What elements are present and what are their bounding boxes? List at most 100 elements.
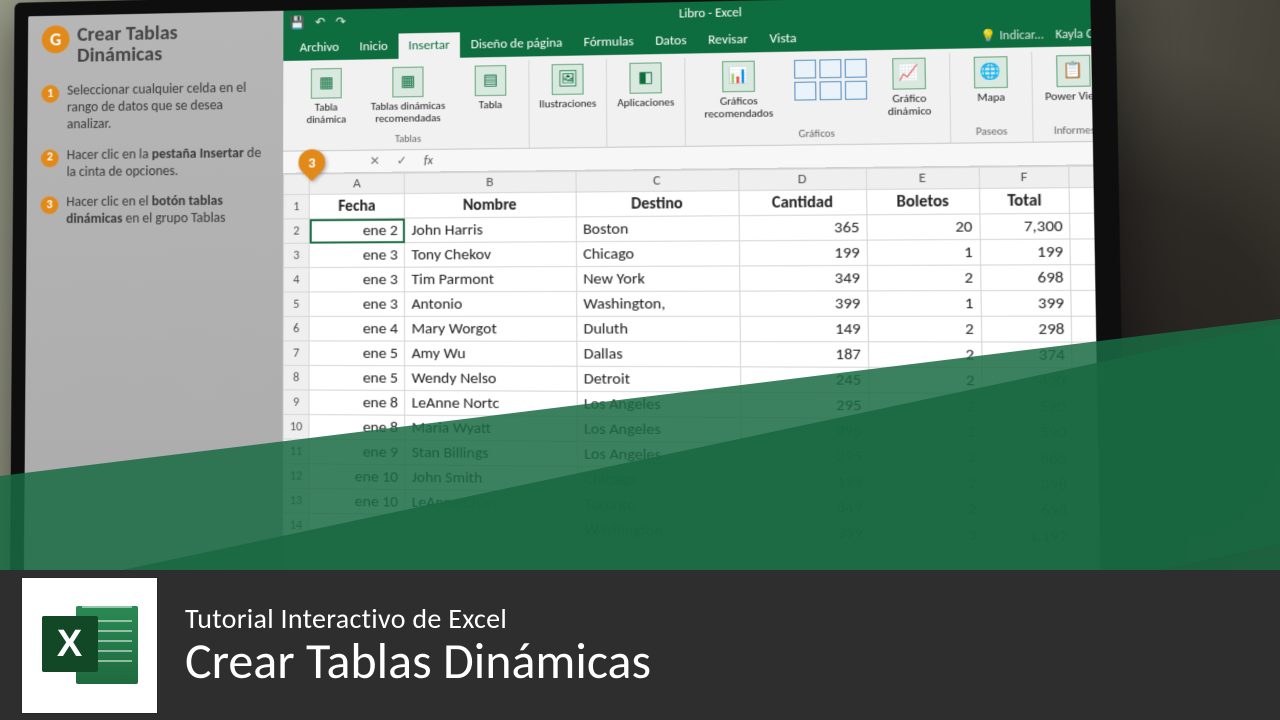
header-cell[interactable]: Destino (576, 191, 739, 217)
cell[interactable]: 490 (982, 368, 1073, 394)
ribbon-tab-inicio[interactable]: Inicio (349, 34, 398, 60)
row-header[interactable]: 7 (283, 341, 309, 366)
cell[interactable]: 1,197 (984, 522, 1076, 549)
cell[interactable]: Duluth (576, 316, 740, 341)
cell[interactable]: 2 (868, 316, 982, 342)
cell[interactable]: ene 8 (309, 390, 405, 415)
cell[interactable] (405, 514, 578, 542)
cell[interactable]: Chicago (577, 467, 741, 494)
cell[interactable]: 187 (740, 342, 868, 368)
cell[interactable]: Maria Wyatt (405, 415, 577, 441)
cell[interactable]: 2 (869, 418, 983, 445)
cell[interactable]: Washington (577, 517, 741, 545)
save-icon[interactable]: 💾 (290, 15, 305, 30)
quick-access-toolbar[interactable]: 💾 ↶ ↷ (290, 14, 346, 30)
cell[interactable]: 2 (868, 342, 982, 368)
cell[interactable]: Los Angeles (577, 416, 741, 442)
cell[interactable]: Chicago (576, 241, 739, 267)
worksheet-grid[interactable]: ABCDEFG1FechaNombreDestinoCantidadBoleto… (282, 164, 1101, 623)
col-header[interactable]: B (405, 171, 576, 193)
cell[interactable]: ene 9 (309, 439, 405, 465)
row-header[interactable]: 5 (283, 292, 309, 316)
recommended-pivot-button[interactable]: ▦Tablas dinámicas recomendadas (363, 64, 452, 126)
cell[interactable]: 298 (981, 316, 1072, 342)
header-cell[interactable]: Comisión (1070, 186, 1102, 213)
cell[interactable]: 199 (739, 240, 867, 266)
header-cell[interactable]: Total (979, 188, 1070, 214)
row-header[interactable]: 8 (283, 365, 309, 390)
cell[interactable]: Sí (1073, 394, 1101, 421)
cell[interactable]: 2 (870, 469, 984, 496)
cell[interactable]: Wendy Nelso (405, 366, 577, 392)
cell[interactable]: 3 (869, 444, 983, 471)
cell[interactable]: 2 (869, 393, 983, 419)
cell[interactable]: Detroit (577, 366, 741, 392)
cell[interactable]: 2 (868, 367, 982, 393)
cell[interactable]: ene 5 (309, 341, 405, 366)
col-header[interactable]: C (576, 170, 739, 192)
cell[interactable]: Sí (1071, 290, 1101, 316)
cell[interactable]: John Smith (405, 465, 577, 492)
cell[interactable]: Stan Billings (405, 440, 577, 467)
col-header[interactable]: D (739, 168, 867, 190)
cell[interactable]: Sí (1072, 342, 1101, 368)
row-header[interactable]: 14 (283, 513, 309, 538)
cell[interactable]: Sí (1075, 498, 1101, 526)
ribbon-tab-revisar[interactable]: Revisar (697, 26, 759, 53)
power-view-button[interactable]: 📋Power View (1039, 52, 1101, 105)
cell[interactable]: ene 8 (309, 415, 405, 440)
user-name[interactable]: Kayla Cla... (1055, 26, 1101, 42)
cell[interactable]: 2 (867, 265, 981, 291)
cell[interactable]: Boston (576, 216, 739, 242)
header-cell[interactable]: Fecha (309, 194, 404, 219)
fx-icon[interactable]: fx (415, 153, 441, 168)
cancel-icon[interactable]: ✕ (361, 153, 388, 169)
col-header[interactable]: E (866, 167, 979, 189)
cell[interactable]: 698 (980, 265, 1071, 291)
select-all-cell[interactable] (284, 174, 310, 194)
cell[interactable]: 20 (867, 214, 980, 240)
row-header[interactable]: 6 (283, 316, 309, 340)
cell[interactable]: New York (576, 266, 739, 291)
cell[interactable]: Tim Parmont (405, 267, 577, 292)
cell[interactable]: 2 (870, 495, 984, 522)
cell[interactable]: 365 (739, 215, 867, 241)
ribbon-tab-diseño-de-página[interactable]: Diseño de página (460, 30, 573, 58)
cell[interactable]: Los Angeles (577, 441, 741, 468)
row-header[interactable]: 11 (283, 439, 309, 464)
cell[interactable]: No (1070, 238, 1101, 264)
cell[interactable]: Dallas (577, 341, 741, 367)
cell[interactable]: 199 (980, 239, 1071, 265)
cell[interactable]: 199 (741, 468, 870, 495)
enter-icon[interactable]: ✓ (388, 153, 415, 169)
col-header[interactable]: G (1069, 165, 1101, 188)
undo-icon[interactable]: ↶ (315, 14, 325, 29)
cell[interactable]: Los Angeles (577, 391, 741, 417)
cell[interactable]: John Harris (405, 217, 576, 243)
cell[interactable]: 374 (981, 342, 1072, 368)
cell[interactable]: ene 4 (309, 316, 404, 341)
row-header[interactable]: 3 (283, 243, 309, 268)
cell[interactable]: 295 (741, 417, 870, 443)
cell[interactable]: 1 (867, 291, 981, 317)
ribbon-options-icon[interactable]: ⋯ (1094, 0, 1101, 14)
recommended-charts-button[interactable]: 📊Gráficos recomendados (692, 58, 786, 122)
map-button[interactable]: 🌐Mapa (957, 54, 1025, 106)
cell[interactable]: 698 (984, 496, 1076, 523)
cell[interactable]: ene 10 (309, 488, 405, 514)
cell[interactable]: No (1074, 472, 1101, 500)
cell[interactable]: Antonio (405, 291, 577, 316)
tell-me[interactable]: 💡 Indicar... (980, 27, 1044, 44)
cell[interactable]: Mary Worgot (405, 316, 577, 341)
cell[interactable]: 349 (739, 265, 867, 291)
ribbon-tab-archivo[interactable]: Archivo (289, 35, 349, 61)
row-header[interactable]: 9 (283, 390, 309, 415)
cell[interactable]: 399 (981, 290, 1072, 316)
pivot-table-button[interactable]: ▦Tabla dinámica (295, 66, 357, 128)
cell[interactable]: Sí (1070, 212, 1101, 239)
cell[interactable]: No (1073, 368, 1102, 395)
row-header[interactable]: 4 (283, 268, 309, 292)
ribbon-tab-datos[interactable]: Datos (644, 28, 697, 55)
ribbon-tab-fórmulas[interactable]: Fórmulas (573, 29, 644, 56)
cell[interactable]: 245 (740, 367, 868, 393)
